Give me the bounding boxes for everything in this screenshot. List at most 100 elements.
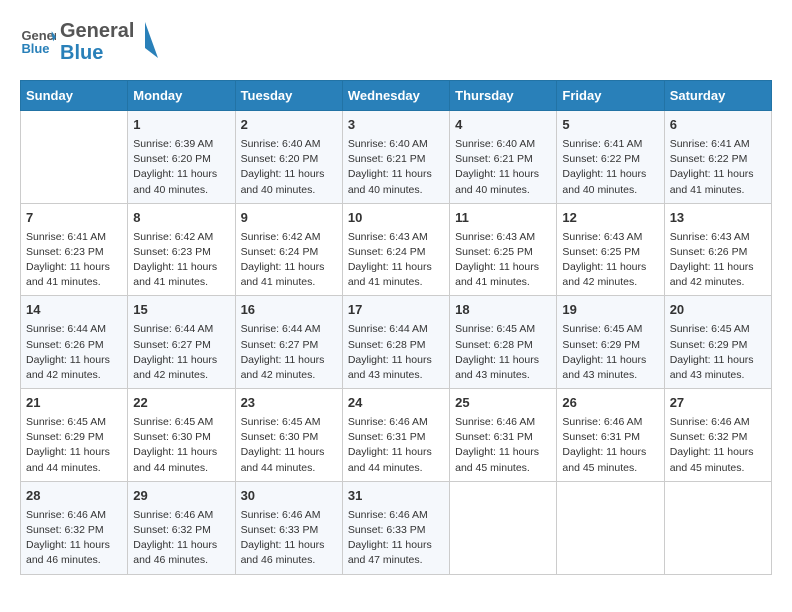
calendar-week-row: 7Sunrise: 6:41 AMSunset: 6:23 PMDaylight… — [21, 203, 772, 296]
day-info: Sunrise: 6:44 AMSunset: 6:28 PMDaylight:… — [348, 322, 444, 383]
calendar-cell: 16 Sunrise: 6:44 AMSunset: 6:27 PMDayligh… — [235, 296, 342, 389]
day-info: Sunrise: 6:46 AMSunset: 6:33 PMDaylight:… — [241, 508, 337, 569]
day-number: 3 — [348, 116, 444, 135]
logo: General Blue General Blue — [20, 20, 160, 64]
header-cell-saturday: Saturday — [664, 81, 771, 111]
day-info: Sunrise: 6:41 AMSunset: 6:22 PMDaylight:… — [670, 137, 766, 198]
day-info: Sunrise: 6:45 AMSunset: 6:29 PMDaylight:… — [562, 322, 658, 383]
calendar-cell: 1Sunrise: 6:39 AMSunset: 6:20 PMDaylight… — [128, 111, 235, 204]
day-info: Sunrise: 6:46 AMSunset: 6:33 PMDaylight:… — [348, 508, 444, 569]
calendar-cell — [450, 481, 557, 574]
day-info: Sunrise: 6:43 AMSunset: 6:26 PMDaylight:… — [670, 230, 766, 291]
calendar-cell: 31 Sunrise: 6:46 AMSunset: 6:33 PMDayligh… — [342, 481, 449, 574]
day-info: Sunrise: 6:42 AMSunset: 6:23 PMDaylight:… — [133, 230, 229, 291]
header-cell-monday: Monday — [128, 81, 235, 111]
calendar-cell: 20 Sunrise: 6:45 AMSunset: 6:29 PMDayligh… — [664, 296, 771, 389]
day-info: Sunrise: 6:40 AMSunset: 6:20 PMDaylight:… — [241, 137, 337, 198]
calendar-cell: 6 Sunrise: 6:41 AMSunset: 6:22 PMDaylight… — [664, 111, 771, 204]
day-info: Sunrise: 6:46 AMSunset: 6:32 PMDaylight:… — [670, 415, 766, 476]
day-info: Sunrise: 6:46 AMSunset: 6:31 PMDaylight:… — [455, 415, 551, 476]
calendar-cell: 29 Sunrise: 6:46 AMSunset: 6:32 PMDayligh… — [128, 481, 235, 574]
day-number: 5 — [562, 116, 658, 135]
calendar-cell: 23Sunrise: 6:45 AMSunset: 6:30 PMDayligh… — [235, 389, 342, 482]
svg-text:Blue: Blue — [21, 41, 49, 56]
day-info: Sunrise: 6:46 AMSunset: 6:31 PMDaylight:… — [348, 415, 444, 476]
day-number: 31 — [348, 487, 444, 506]
day-info: Sunrise: 6:40 AMSunset: 6:21 PMDaylight:… — [455, 137, 551, 198]
calendar-cell: 3 Sunrise: 6:40 AMSunset: 6:21 PMDaylight… — [342, 111, 449, 204]
day-info: Sunrise: 6:46 AMSunset: 6:31 PMDaylight:… — [562, 415, 658, 476]
header-cell-tuesday: Tuesday — [235, 81, 342, 111]
calendar-cell — [557, 481, 664, 574]
calendar-cell: 14 Sunrise: 6:44 AMSunset: 6:26 PMDayligh… — [21, 296, 128, 389]
day-number: 22 — [133, 394, 229, 413]
day-info: Sunrise: 6:44 AMSunset: 6:27 PMDaylight:… — [133, 322, 229, 383]
header-cell-wednesday: Wednesday — [342, 81, 449, 111]
calendar-cell: 19 Sunrise: 6:45 AMSunset: 6:29 PMDayligh… — [557, 296, 664, 389]
page-header: General Blue General Blue — [20, 20, 772, 64]
day-info: Sunrise: 6:45 AMSunset: 6:29 PMDaylight:… — [26, 415, 122, 476]
day-number: 21 — [26, 394, 122, 413]
day-number: 4 — [455, 116, 551, 135]
day-number: 10 — [348, 209, 444, 228]
day-info: Sunrise: 6:46 AMSunset: 6:32 PMDaylight:… — [133, 508, 229, 569]
calendar-header: SundayMondayTuesdayWednesdayThursdayFrid… — [21, 81, 772, 111]
logo-sail-icon — [130, 20, 160, 60]
calendar-cell: 28 Sunrise: 6:46 AMSunset: 6:32 PMDayligh… — [21, 481, 128, 574]
calendar-cell: 13Sunrise: 6:43 AMSunset: 6:26 PMDayligh… — [664, 203, 771, 296]
calendar-cell: 18Sunrise: 6:45 AMSunset: 6:28 PMDayligh… — [450, 296, 557, 389]
logo-icon: General Blue — [20, 24, 56, 60]
header-cell-sunday: Sunday — [21, 81, 128, 111]
day-number: 6 — [670, 116, 766, 135]
day-number: 16 — [241, 301, 337, 320]
calendar-cell: 17 Sunrise: 6:44 AMSunset: 6:28 PMDayligh… — [342, 296, 449, 389]
day-info: Sunrise: 6:46 AMSunset: 6:32 PMDaylight:… — [26, 508, 122, 569]
day-number: 17 — [348, 301, 444, 320]
calendar-table: SundayMondayTuesdayWednesdayThursdayFrid… — [20, 80, 772, 575]
day-info: Sunrise: 6:44 AMSunset: 6:27 PMDaylight:… — [241, 322, 337, 383]
calendar-cell: 11Sunrise: 6:43 AMSunset: 6:25 PMDayligh… — [450, 203, 557, 296]
logo-general: General — [60, 20, 134, 42]
calendar-cell: 24 Sunrise: 6:46 AMSunset: 6:31 PMDayligh… — [342, 389, 449, 482]
calendar-cell: 26Sunrise: 6:46 AMSunset: 6:31 PMDayligh… — [557, 389, 664, 482]
calendar-cell: 22Sunrise: 6:45 AMSunset: 6:30 PMDayligh… — [128, 389, 235, 482]
calendar-cell: 7Sunrise: 6:41 AMSunset: 6:23 PMDaylight… — [21, 203, 128, 296]
calendar-week-row: 28 Sunrise: 6:46 AMSunset: 6:32 PMDayligh… — [21, 481, 772, 574]
day-number: 11 — [455, 209, 551, 228]
day-number: 2 — [241, 116, 337, 135]
calendar-body: 1Sunrise: 6:39 AMSunset: 6:20 PMDaylight… — [21, 111, 772, 575]
day-number: 18 — [455, 301, 551, 320]
day-number: 29 — [133, 487, 229, 506]
calendar-cell: 2 Sunrise: 6:40 AMSunset: 6:20 PMDaylight… — [235, 111, 342, 204]
day-number: 28 — [26, 487, 122, 506]
header-row: SundayMondayTuesdayWednesdayThursdayFrid… — [21, 81, 772, 111]
day-info: Sunrise: 6:40 AMSunset: 6:21 PMDaylight:… — [348, 137, 444, 198]
calendar-week-row: 21 Sunrise: 6:45 AMSunset: 6:29 PMDayligh… — [21, 389, 772, 482]
day-info: Sunrise: 6:42 AMSunset: 6:24 PMDaylight:… — [241, 230, 337, 291]
logo-blue: Blue — [60, 42, 134, 64]
calendar-cell: 25 Sunrise: 6:46 AMSunset: 6:31 PMDayligh… — [450, 389, 557, 482]
day-info: Sunrise: 6:41 AMSunset: 6:22 PMDaylight:… — [562, 137, 658, 198]
day-number: 24 — [348, 394, 444, 413]
calendar-week-row: 14 Sunrise: 6:44 AMSunset: 6:26 PMDayligh… — [21, 296, 772, 389]
calendar-cell: 30Sunrise: 6:46 AMSunset: 6:33 PMDayligh… — [235, 481, 342, 574]
day-number: 23 — [241, 394, 337, 413]
day-number: 27 — [670, 394, 766, 413]
calendar-cell: 21 Sunrise: 6:45 AMSunset: 6:29 PMDayligh… — [21, 389, 128, 482]
calendar-cell: 15Sunrise: 6:44 AMSunset: 6:27 PMDayligh… — [128, 296, 235, 389]
calendar-cell: 27 Sunrise: 6:46 AMSunset: 6:32 PMDayligh… — [664, 389, 771, 482]
day-number: 25 — [455, 394, 551, 413]
day-number: 19 — [562, 301, 658, 320]
day-number: 12 — [562, 209, 658, 228]
header-cell-friday: Friday — [557, 81, 664, 111]
day-number: 9 — [241, 209, 337, 228]
calendar-cell: 8 Sunrise: 6:42 AMSunset: 6:23 PMDaylight… — [128, 203, 235, 296]
day-info: Sunrise: 6:45 AMSunset: 6:29 PMDaylight:… — [670, 322, 766, 383]
calendar-cell — [21, 111, 128, 204]
day-info: Sunrise: 6:44 AMSunset: 6:26 PMDaylight:… — [26, 322, 122, 383]
day-number: 20 — [670, 301, 766, 320]
day-number: 8 — [133, 209, 229, 228]
day-number: 7 — [26, 209, 122, 228]
calendar-cell: 4 Sunrise: 6:40 AMSunset: 6:21 PMDaylight… — [450, 111, 557, 204]
day-number: 14 — [26, 301, 122, 320]
